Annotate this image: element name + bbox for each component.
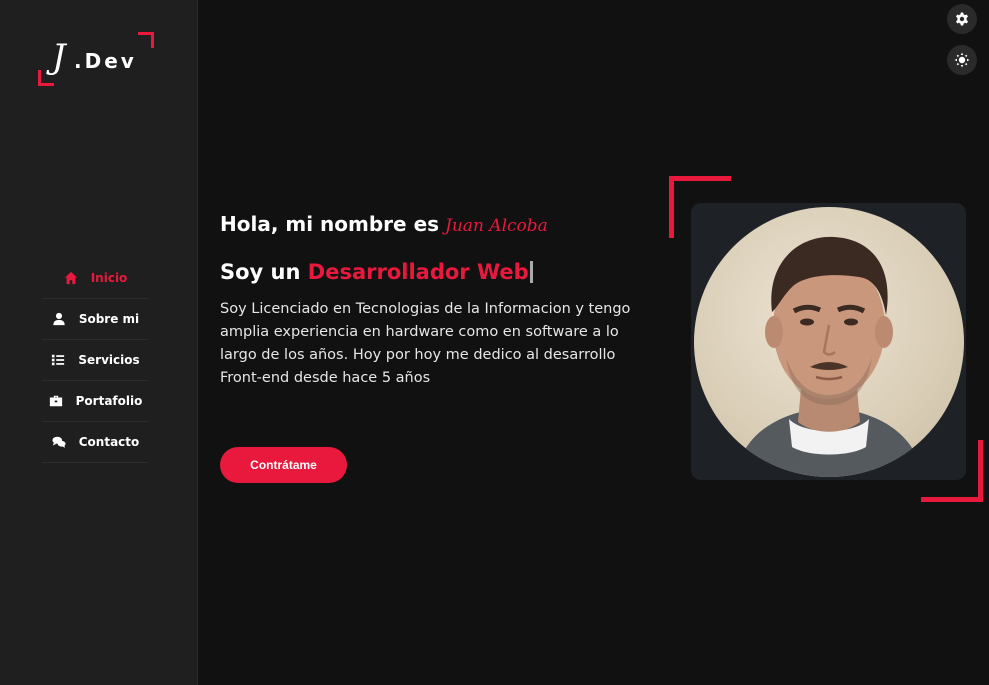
main-nav: Inicio Sobre mi Servicios Portafolio Con…: [42, 258, 148, 463]
logo-letter: J: [52, 37, 66, 77]
greeting: Hola, mi nombre es Juan Alcoba: [220, 212, 670, 236]
nav-item-contacto[interactable]: Contacto: [42, 422, 148, 463]
theme-toggle[interactable]: [947, 45, 977, 75]
nav-item-inicio[interactable]: Inicio: [42, 258, 148, 299]
logo[interactable]: J .Dev: [38, 32, 154, 86]
author-name: Juan Alcoba: [445, 216, 548, 236]
sidebar: J .Dev Inicio Sobre mi Servicios Portafo…: [0, 0, 198, 685]
hero: Hola, mi nombre es Juan Alcoba Soy un De…: [220, 212, 670, 483]
nav-item-label: Inicio: [90, 271, 128, 285]
logo-text: .Dev: [74, 49, 137, 73]
comments-icon: [51, 435, 67, 449]
settings-toggle[interactable]: [947, 4, 977, 34]
briefcase-icon: [48, 394, 64, 408]
typing-cursor: [529, 261, 533, 283]
headline: Soy un Desarrollador Web: [220, 260, 670, 284]
nav-item-label: Sobre mi: [78, 312, 140, 326]
nav-item-servicios[interactable]: Servicios: [42, 340, 148, 381]
nav-item-sobre-mi[interactable]: Sobre mi: [42, 299, 148, 340]
gear-icon: [956, 12, 968, 26]
hire-me-button[interactable]: Contrátame: [220, 447, 347, 483]
sun-icon: [954, 52, 970, 68]
photo-card: [691, 203, 966, 480]
logo-corner-top-right: [138, 32, 154, 48]
headline-prefix: Soy un: [220, 260, 301, 284]
avatar: [693, 206, 964, 477]
user-icon: [51, 312, 67, 326]
headline-role: Desarrollador Web: [307, 260, 529, 284]
profile-photo-frame: [669, 176, 983, 502]
nav-item-label: Servicios: [78, 353, 140, 367]
home-icon: [63, 271, 79, 285]
profile-portrait: [733, 236, 924, 477]
bio-text: Soy Licenciado en Tecnologias de la Info…: [220, 301, 631, 386]
nav-item-label: Portafolio: [75, 394, 143, 408]
greeting-text: Hola, mi nombre es: [220, 212, 440, 236]
list-icon: [50, 353, 66, 367]
nav-item-portafolio[interactable]: Portafolio: [42, 381, 148, 422]
nav-item-label: Contacto: [78, 435, 140, 449]
